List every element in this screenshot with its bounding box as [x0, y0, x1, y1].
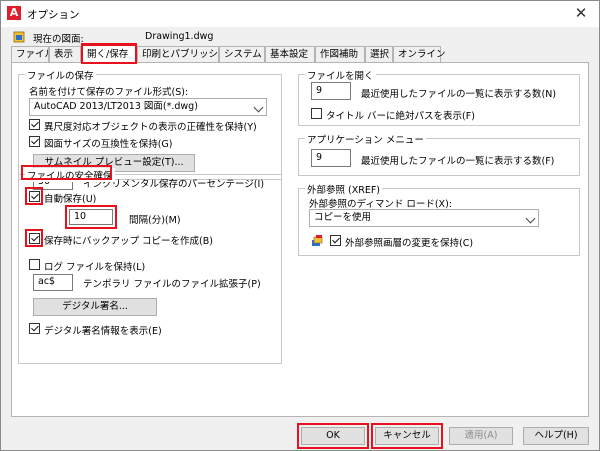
title-bar: A オプション ✕ [1, 1, 599, 27]
chevron-down-icon [253, 102, 264, 113]
file-open-title: ファイルを開く [305, 68, 376, 82]
tab-drafting[interactable]: 作図補助 [315, 46, 365, 62]
tab-online[interactable]: オンライン [393, 46, 446, 62]
tab-user-preferences[interactable]: 基本設定 [265, 46, 315, 62]
digital-signature-button[interactable]: デジタル署名... [33, 298, 157, 316]
save-format-select[interactable]: AutoCAD 2013/LT2013 図面(*.dwg) [29, 98, 267, 116]
xref-title: 外部参照 (XREF) [305, 182, 383, 196]
open-save-panel: ファイルの保存 名前を付けて保存のファイル形式(S): AutoCAD 2013… [11, 62, 589, 417]
retain-xref-layers-checkbox[interactable] [330, 235, 341, 246]
autosave-interval-highlight [65, 205, 117, 229]
application-menu-group: アプリケーション メニュー 9 最近使用したファイルの一覧に表示する数(F) [298, 132, 580, 176]
autosave-label: 自動保存(U) [44, 194, 97, 205]
autosave-checkbox-highlight [25, 187, 43, 205]
recent-files-input[interactable]: 9 [311, 82, 351, 100]
chevron-down-icon [525, 213, 536, 224]
xref-demand-load-value: コピーを使用 [314, 212, 372, 223]
keep-size-compat-label: 図面サイズの互換性を保持(G) [44, 139, 173, 150]
xref-group: 外部参照 (XREF) 外部参照のディマンド ロード(X): コピーを使用 外部… [298, 182, 580, 256]
window-title: オプション [27, 9, 80, 21]
appmenu-recent-input[interactable]: 9 [311, 149, 351, 167]
current-drawing-value: Drawing1.dwg [145, 31, 214, 42]
ok-button-highlight [297, 423, 369, 449]
help-button[interactable]: ヘルプ(H) [523, 427, 589, 445]
file-open-group: ファイルを開く 9 最近使用したファイルの一覧に表示する数(N) タイトル バー… [298, 68, 580, 126]
digital-signature-info-checkbox[interactable] [29, 323, 40, 334]
current-drawing-label: 現在の図面: [33, 34, 84, 45]
backup-copy-label: 保存時にバックアップ コピーを作成(B) [44, 236, 213, 247]
recent-files-label: 最近使用したファイルの一覧に表示する数(N) [361, 89, 557, 100]
save-format-label: 名前を付けて保存のファイル形式(S): [29, 87, 189, 98]
tab-open-save-highlight [81, 43, 137, 64]
save-format-value: AutoCAD 2013/LT2013 図面(*.dwg) [34, 101, 198, 112]
log-file-label: ログ ファイルを保持(L) [44, 262, 146, 273]
retain-xref-layers-label: 外部参照画層の変更を保持(C) [345, 238, 474, 249]
autosave-interval-label: 間隔(分)(M) [129, 215, 181, 226]
keep-visual-fidelity-checkbox[interactable] [29, 119, 40, 130]
full-path-label: タイトル バーに絶対パスを表示(F) [326, 111, 475, 122]
close-icon[interactable]: ✕ [571, 4, 591, 22]
digital-signature-info-label: デジタル署名情報を表示(E) [44, 326, 162, 337]
xref-demand-load-select[interactable]: コピーを使用 [309, 209, 539, 227]
keep-size-compat-checkbox[interactable] [29, 136, 40, 147]
tab-selection[interactable]: 選択 [365, 46, 393, 62]
temp-ext-input[interactable]: ac$ [33, 274, 73, 291]
cancel-button-highlight [371, 423, 443, 449]
xref-demand-load-label: 外部参照のディマンド ロード(X): [309, 199, 452, 210]
appmenu-recent-label: 最近使用したファイルの一覧に表示する数(F) [361, 156, 555, 167]
file-save-title: ファイルの保存 [25, 68, 96, 82]
backup-copy-checkbox-highlight [25, 229, 43, 247]
tab-plot-publish[interactable]: 印刷とパブリッシュ [137, 46, 228, 62]
log-file-checkbox[interactable] [29, 259, 40, 270]
apply-button[interactable]: 適用(A) [449, 427, 513, 445]
keep-visual-fidelity-label: 異尺度対応オブジェクトの表示の正確性を保持(Y) [44, 122, 257, 133]
autocad-logo-icon: A [7, 6, 21, 20]
tab-files[interactable]: ファイル [11, 46, 54, 62]
temp-ext-label: テンポラリ ファイルのファイル拡張子(P) [83, 279, 261, 290]
tab-display[interactable]: 表示 [49, 46, 81, 62]
application-menu-title: アプリケーション メニュー [305, 132, 426, 146]
options-dialog: A オプション ✕ 現在の図面: Drawing1.dwg ファイル 表示 開く… [0, 0, 600, 451]
file-safety-group: ファイルの安全確保 自動保存(U) 10 間隔(分)(M) 保存時にバックアップ… [18, 165, 282, 364]
xref-layers-icon [312, 235, 323, 246]
file-safety-title-highlight [21, 165, 112, 180]
full-path-checkbox[interactable] [311, 108, 322, 119]
tab-system[interactable]: システム [219, 46, 265, 62]
drawing-file-icon [13, 31, 25, 43]
